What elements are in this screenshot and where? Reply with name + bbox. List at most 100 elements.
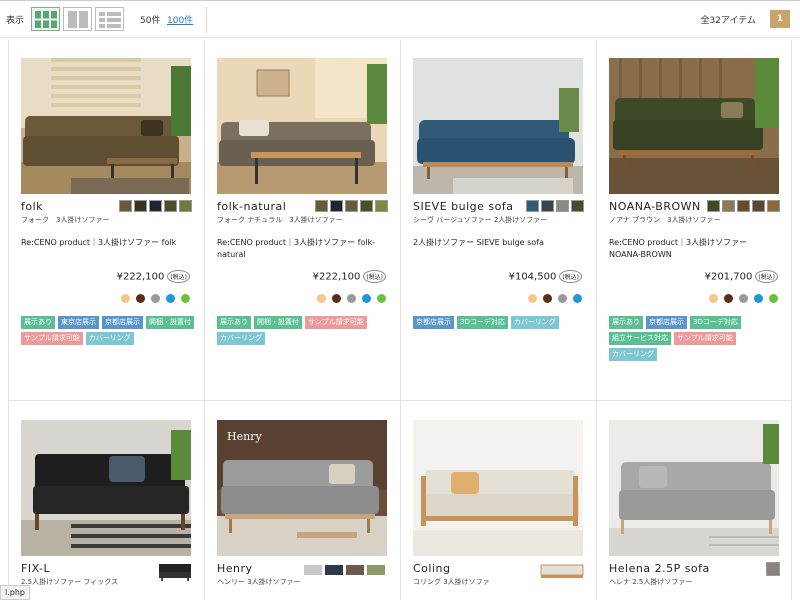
color-swatch[interactable] [375,200,388,212]
color-swatch[interactable] [149,200,162,212]
feature-tags: 展示あり 東京店展示 京都店展示 開梱・設置付 サンプル請求可能 カバーリング [21,316,197,345]
product-photo-helena[interactable] [609,420,779,556]
color-swatch[interactable] [767,200,780,212]
tax-label: (税込) [559,270,582,283]
view-grid-small-button[interactable] [63,7,92,31]
color-dots [709,294,778,303]
product-card[interactable]: Coling コリング 3人掛けソファ [400,402,596,600]
product-name[interactable]: SIEVE bulge sofa [413,200,513,213]
thumbnail-sofas[interactable] [304,562,388,578]
product-description[interactable]: Re:CENO product｜3人掛けソファー folk [21,237,193,249]
product-name[interactable]: folk-natural [217,200,286,213]
color-swatch[interactable] [345,200,358,212]
tag-badge: 展示あり [21,316,55,329]
tax-label: (税込) [755,270,778,283]
henry-logo: Henry [227,430,262,443]
color-dots [317,294,386,303]
product-name[interactable]: Coling [413,562,450,575]
product-photo-folk[interactable] [21,58,191,194]
tag-badge: 展示あり [609,316,643,329]
feature-tags: 京都店展示 3Dコーデ対応 カバーリング [413,316,589,329]
color-dot [136,294,145,303]
product-photo-folk-natural[interactable] [217,58,387,194]
color-swatch[interactable] [179,200,192,212]
product-card[interactable]: Henry Henry ヘンリー 3人掛けソファー [204,402,400,600]
product-kana: ノアナ ブラウン 3人掛けソファー [609,216,721,224]
color-dot [317,294,326,303]
tag-badge: 京都店展示 [413,316,454,329]
page-number-button[interactable]: 1 [770,10,790,28]
product-name[interactable]: NOANA-BROWN [609,200,701,213]
grid-large-icon [35,11,57,28]
product-card[interactable]: FIX-L 2.5人掛けソファー フィックス [8,402,204,600]
list-icon [99,12,121,28]
color-swatch[interactable] [752,200,765,212]
tag-badge: カバーリング [510,316,559,329]
color-swatch[interactable] [119,200,132,212]
price-value: ¥201,700 [704,271,753,283]
product-kana: ヘンリー 3人掛けソファー [217,578,301,586]
color-dot [347,294,356,303]
price-value: ¥222,100 [312,271,361,283]
product-name[interactable]: FIX-L [21,562,50,575]
grid-divider [8,400,792,401]
color-swatch[interactable] [722,200,735,212]
color-dots [121,294,190,303]
product-description[interactable]: Re:CENO product｜3人掛けソファー folk-natural [217,237,389,261]
view-grid-large-button[interactable] [31,7,60,31]
color-swatches [315,200,388,212]
product-name[interactable]: Helena 2.5P sofa [609,562,710,575]
tag-badge: 開梱・設置付 [254,316,302,329]
product-photo-sieve[interactable] [413,58,583,194]
grid-small-icon [68,11,88,28]
total-items: 全32アイテム [700,16,756,26]
color-swatch[interactable] [707,200,720,212]
sofa-photo [609,420,779,556]
tag-badge: サンプル請求可能 [674,332,736,345]
product-price: ¥104,500 (税込) [509,270,582,283]
color-swatch[interactable] [556,200,569,212]
product-name[interactable]: folk [21,200,43,213]
product-name[interactable]: Henry [217,562,253,575]
product-card[interactable]: folk フォーク 3人掛けソファー Re:CENO product｜3人掛けソ… [8,40,204,400]
color-swatches [304,562,388,578]
product-description[interactable]: Re:CENO product｜3人掛けソファー NOANA-BROWN [609,237,781,261]
view-list-button[interactable] [95,7,124,31]
color-swatch[interactable] [766,562,780,576]
product-card[interactable]: folk-natural フォーク ナチュラル 3人掛けソファー Re:CENO… [204,40,400,400]
color-swatches [119,200,192,212]
product-description[interactable]: 2人掛けソファー SIEVE bulge sofa [413,237,585,249]
color-swatch[interactable] [164,200,177,212]
color-swatches [707,200,780,212]
toolbar: 表示 50件 100件 全32アイテム 1 [0,0,800,38]
color-swatch[interactable] [330,200,343,212]
tag-badge: 京都店展示 [102,316,143,329]
color-swatch[interactable] [541,200,554,212]
product-photo-henry[interactable]: Henry [217,420,387,556]
product-price: ¥201,700 (税込) [705,270,778,283]
color-dot [739,294,748,303]
tag-badge: 東京店展示 [58,316,99,329]
color-swatch[interactable] [571,200,584,212]
thumbnail-sofa[interactable] [540,562,584,582]
sofa-photo [609,58,779,194]
product-card[interactable]: NOANA-BROWN ノアナ ブラウン 3人掛けソファー Re:CENO pr… [596,40,792,400]
product-photo-noana[interactable] [609,58,779,194]
tag-badge: 展示あり [217,316,251,329]
color-swatch[interactable] [737,200,750,212]
product-price: ¥222,100 (税込) [117,270,190,283]
product-photo-coling[interactable] [413,420,583,556]
per-page-100-link[interactable]: 100件 [167,13,193,26]
thumbnail-sofa[interactable] [158,562,192,582]
color-swatch[interactable] [134,200,147,212]
color-dot [543,294,552,303]
color-swatch[interactable] [315,200,328,212]
product-card[interactable]: SIEVE bulge sofa シーヴ バージュソファー 2人掛けソファー 2… [400,40,596,400]
color-swatch[interactable] [360,200,373,212]
color-dot [724,294,733,303]
product-photo-fix-l[interactable] [21,420,191,556]
product-card[interactable]: Helena 2.5P sofa ヘレナ 2.5人掛けソファー [596,402,792,600]
color-dot [151,294,160,303]
tag-badge: カバーリング [217,332,265,345]
color-swatch[interactable] [526,200,539,212]
